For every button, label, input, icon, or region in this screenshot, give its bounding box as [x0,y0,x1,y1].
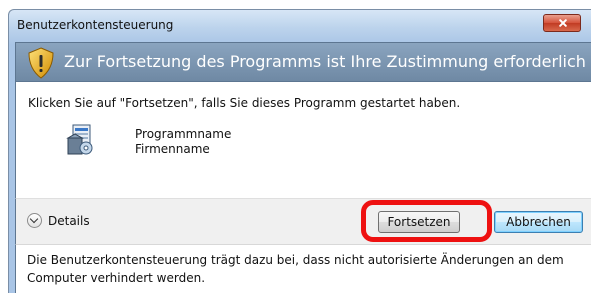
button-bar: Details Fortsetzen Abbrechen [15,198,591,244]
cancel-button[interactable]: Abbrechen [494,211,583,233]
info-area: Die Benutzerkontensteuerung trägt dazu b… [15,244,591,293]
close-button[interactable] [543,14,581,32]
window-title: Benutzerkontensteuerung [17,18,174,32]
program-name: Programmname [135,127,232,141]
company-name: Firmenname [135,142,210,156]
content-area: Klicken Sie auf "Fortsetzen", falls Sie … [15,82,591,198]
continue-button[interactable]: Fortsetzen [378,211,460,233]
header-banner: Zur Fortsetzung des Programms ist Ihre Z… [15,42,591,82]
instruction-text: Klicken Sie auf "Fortsetzen", falls Sie … [28,96,461,110]
program-installer-icon [66,124,93,155]
banner-heading: Zur Fortsetzung des Programms ist Ihre Z… [64,52,586,71]
shield-warning-icon [28,47,54,79]
details-toggle[interactable]: Details [27,213,90,228]
uac-dialog: Benutzerkontensteuerung Zur Fortsetzung … [8,9,591,293]
details-label: Details [48,213,90,228]
info-text: Die Benutzerkontensteuerung trägt dazu b… [27,253,564,285]
title-bar: Benutzerkontensteuerung [9,10,591,42]
chevron-down-icon [27,213,42,228]
